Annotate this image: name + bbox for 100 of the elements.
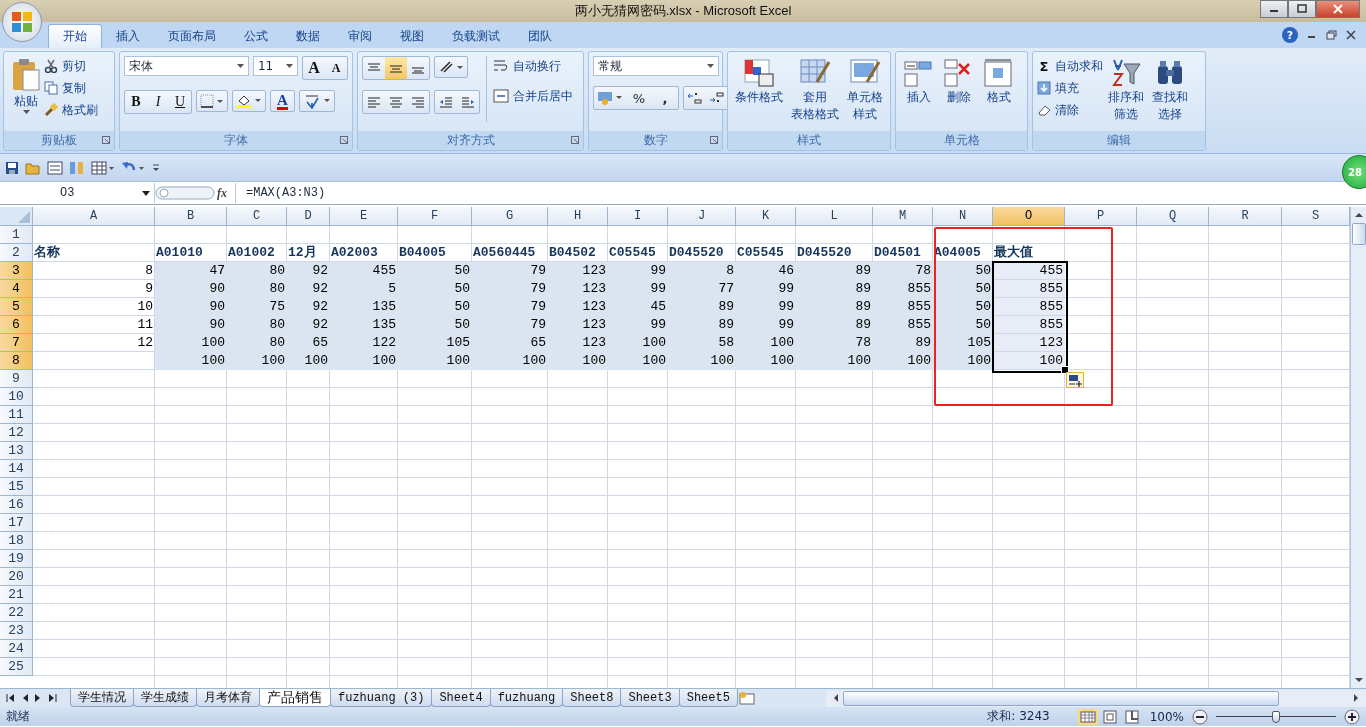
ribbon-tab[interactable]: 团队 bbox=[514, 24, 566, 48]
sheet-tab[interactable]: 学生成绩 bbox=[133, 689, 197, 707]
column-header[interactable]: R bbox=[1209, 207, 1282, 226]
copy-button[interactable]: 复制 bbox=[44, 78, 98, 98]
column-header[interactable]: C bbox=[227, 207, 287, 226]
minimize-button[interactable] bbox=[1260, 0, 1288, 18]
sheet-tab[interactable]: Sheet4 bbox=[431, 689, 491, 707]
orientation-button[interactable] bbox=[434, 56, 468, 78]
next-sheet-icon[interactable] bbox=[34, 693, 42, 703]
column-header[interactable]: G bbox=[472, 207, 548, 226]
zoom-in-icon[interactable] bbox=[1344, 708, 1360, 725]
row-header[interactable]: 11 bbox=[0, 406, 33, 424]
insert-cells-button[interactable]: 插入 bbox=[900, 56, 938, 107]
borders-button[interactable] bbox=[196, 90, 228, 112]
row-header[interactable]: 9 bbox=[0, 370, 33, 388]
dialog-launcher-icon[interactable] bbox=[710, 136, 718, 144]
bold-button[interactable]: B bbox=[125, 91, 147, 113]
row-header[interactable]: 20 bbox=[0, 568, 33, 586]
row-header[interactable]: 8 bbox=[0, 352, 33, 370]
sort-filter-button[interactable]: 排序和 筛选 bbox=[1105, 56, 1147, 124]
column-header[interactable]: S bbox=[1282, 207, 1350, 226]
row-header[interactable]: 6 bbox=[0, 316, 33, 334]
delete-cells-button[interactable]: 删除 bbox=[940, 56, 978, 107]
row-header[interactable]: 25 bbox=[0, 658, 33, 676]
first-sheet-icon[interactable] bbox=[6, 693, 16, 703]
wrap-text-button[interactable]: 自动换行 bbox=[493, 56, 573, 76]
customize-toolbar-icon[interactable] bbox=[151, 162, 161, 173]
close-button[interactable] bbox=[1316, 0, 1360, 18]
comma-button[interactable]: , bbox=[652, 87, 678, 109]
last-sheet-icon[interactable] bbox=[47, 693, 57, 703]
formula-field[interactable]: =MAX(A3:N3) bbox=[236, 186, 326, 200]
ribbon-tab[interactable]: 开始 bbox=[48, 24, 102, 48]
column-header[interactable]: D bbox=[287, 207, 330, 226]
column-header[interactable]: Q bbox=[1137, 207, 1209, 226]
column-header[interactable]: K bbox=[736, 207, 796, 226]
sheet-tab[interactable]: fuzhuang bbox=[489, 689, 564, 707]
normal-view-icon[interactable] bbox=[1077, 708, 1098, 725]
row-header[interactable]: 24 bbox=[0, 640, 33, 658]
clear-button[interactable]: 清除 bbox=[1037, 100, 1103, 120]
sheet-tab[interactable]: fuzhuang (3) bbox=[330, 689, 433, 707]
zoom-slider-thumb[interactable] bbox=[1272, 710, 1280, 723]
column-header[interactable]: O bbox=[993, 207, 1065, 226]
row-header[interactable]: 21 bbox=[0, 586, 33, 604]
folder-icon[interactable] bbox=[25, 160, 41, 175]
ribbon-tab[interactable]: 插入 bbox=[102, 24, 154, 48]
fill-color-button[interactable] bbox=[232, 90, 266, 112]
row-header[interactable]: 4 bbox=[0, 280, 33, 298]
row-header[interactable]: 10 bbox=[0, 388, 33, 406]
conditional-formatting-button[interactable]: 条件格式 bbox=[732, 56, 786, 107]
column-header[interactable]: P bbox=[1065, 207, 1137, 226]
previous-sheet-icon[interactable] bbox=[21, 693, 29, 703]
ribbon-tab[interactable]: 负载测试 bbox=[438, 24, 514, 48]
horizontal-scrollbar[interactable] bbox=[826, 689, 1366, 707]
percent-button[interactable]: % bbox=[626, 87, 652, 109]
help-button[interactable]: ? bbox=[1282, 27, 1298, 43]
scroll-thumb[interactable] bbox=[843, 690, 1279, 706]
paste-button[interactable]: 粘贴 bbox=[8, 56, 44, 116]
row-header[interactable]: 1 bbox=[0, 226, 33, 244]
italic-button[interactable]: I bbox=[147, 91, 169, 113]
row-header[interactable]: 2 bbox=[0, 244, 33, 262]
column-header[interactable]: I bbox=[608, 207, 668, 226]
sheet-tab[interactable]: 学生情况 bbox=[70, 689, 134, 707]
ribbon-tab[interactable]: 审阅 bbox=[334, 24, 386, 48]
column-header[interactable]: H bbox=[548, 207, 608, 226]
row-header[interactable]: 14 bbox=[0, 460, 33, 478]
vertical-scrollbar[interactable] bbox=[1350, 207, 1366, 688]
dialog-launcher-icon[interactable] bbox=[571, 136, 579, 144]
ribbon-tab[interactable]: 页面布局 bbox=[154, 24, 230, 48]
row-header[interactable]: 7 bbox=[0, 334, 33, 352]
row-header[interactable]: 15 bbox=[0, 478, 33, 496]
column-header[interactable]: J bbox=[668, 207, 736, 226]
format-painter-button[interactable]: 格式刷 bbox=[44, 100, 98, 120]
format-as-table-button[interactable]: 套用 表格格式 bbox=[788, 56, 842, 124]
number-format-field[interactable]: 常规 bbox=[593, 56, 719, 76]
row-header[interactable]: 18 bbox=[0, 532, 33, 550]
dialog-launcher-icon[interactable] bbox=[340, 136, 348, 144]
format-cells-button[interactable]: 格式 bbox=[980, 56, 1018, 107]
font-name-field[interactable]: 宋体 bbox=[124, 56, 249, 76]
column-header[interactable]: B bbox=[155, 207, 227, 226]
splitter-handle-icon[interactable] bbox=[155, 185, 215, 201]
row-header[interactable]: 17 bbox=[0, 514, 33, 532]
maximize-button[interactable] bbox=[1288, 0, 1316, 18]
name-box[interactable]: O3 bbox=[0, 183, 155, 203]
ribbon-tab[interactable]: 数据 bbox=[282, 24, 334, 48]
align-middle-button[interactable] bbox=[385, 57, 407, 79]
insert-function-button[interactable]: fx bbox=[217, 185, 227, 201]
underline-button[interactable]: U bbox=[169, 91, 191, 113]
restore-icon[interactable] bbox=[1326, 30, 1337, 40]
sheet-tab[interactable]: 月考体育 bbox=[196, 689, 260, 707]
row-header[interactable]: 13 bbox=[0, 442, 33, 460]
sheet-tab[interactable]: Sheet3 bbox=[620, 689, 680, 707]
sheet-tab[interactable]: 产品销售 bbox=[259, 689, 331, 707]
sheet-tab[interactable]: Sheet8 bbox=[562, 689, 622, 707]
row-header[interactable]: 16 bbox=[0, 496, 33, 514]
column-header[interactable]: N bbox=[933, 207, 993, 226]
merge-center-button[interactable]: 合并后居中 bbox=[493, 86, 573, 106]
column-header[interactable]: E bbox=[330, 207, 398, 226]
phonetic-guide-button[interactable] bbox=[298, 90, 335, 112]
ribbon-tab[interactable]: 公式 bbox=[230, 24, 282, 48]
row-header[interactable]: 3 bbox=[0, 262, 33, 280]
